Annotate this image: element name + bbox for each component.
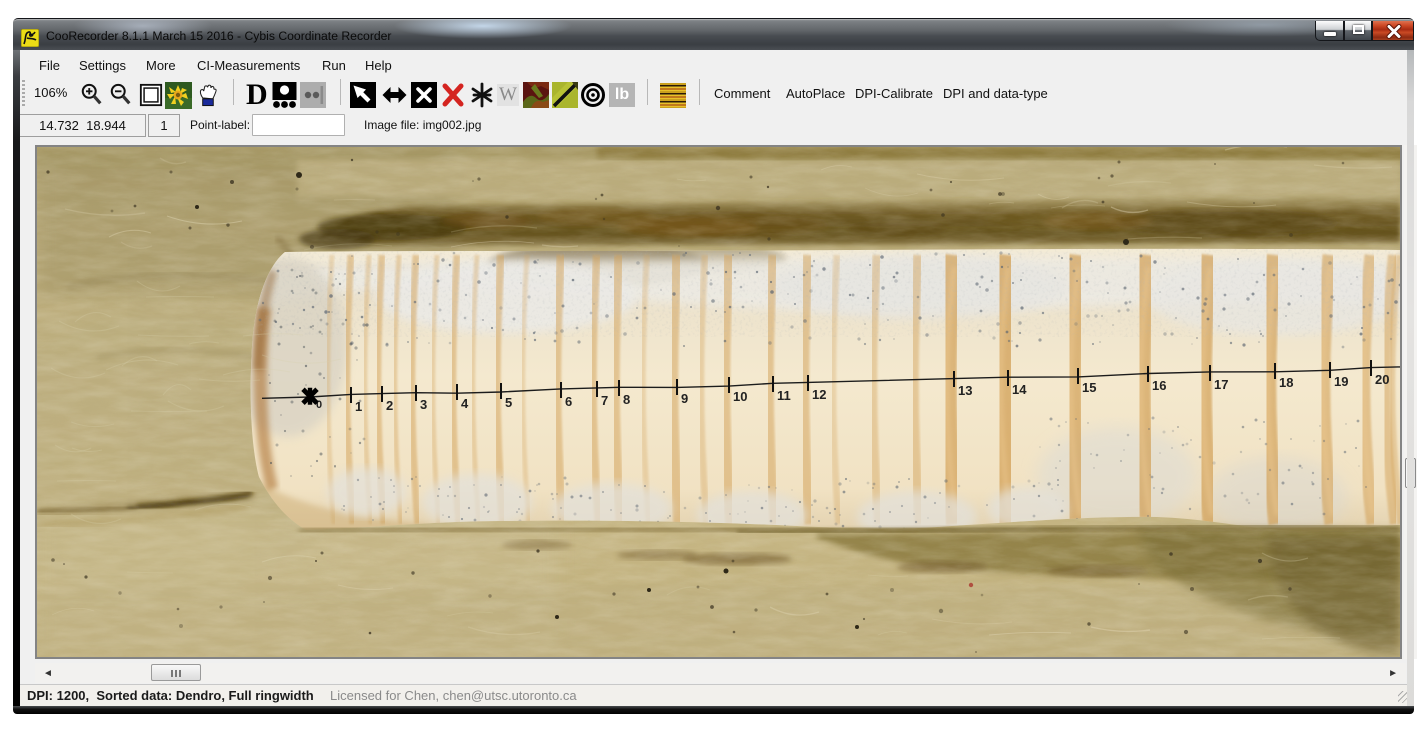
svg-text:12: 12 [812, 387, 826, 402]
svg-text:17: 17 [1214, 377, 1228, 392]
svg-text:14: 14 [1012, 382, 1027, 397]
svg-text:15: 15 [1082, 380, 1096, 395]
svg-text:6: 6 [565, 394, 572, 409]
svg-text:5: 5 [505, 395, 512, 410]
svg-text:19: 19 [1334, 374, 1348, 389]
svg-text:11: 11 [777, 388, 791, 403]
svg-text:16: 16 [1152, 378, 1166, 393]
svg-text:18: 18 [1279, 375, 1293, 390]
svg-text:9: 9 [681, 391, 688, 406]
svg-text:4: 4 [461, 396, 469, 411]
svg-text:7: 7 [601, 393, 608, 408]
svg-text:8: 8 [623, 392, 630, 407]
svg-text:1: 1 [355, 399, 362, 414]
svg-text:3: 3 [420, 397, 427, 412]
svg-text:2: 2 [386, 398, 393, 413]
svg-text:20: 20 [1375, 372, 1389, 387]
svg-text:13: 13 [958, 383, 972, 398]
svg-text:10: 10 [733, 389, 747, 404]
